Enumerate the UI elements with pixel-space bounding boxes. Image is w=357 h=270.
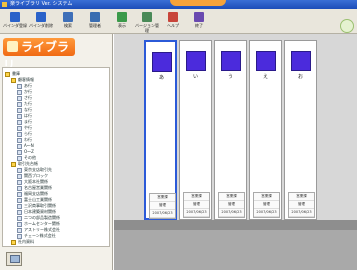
- binder-owner: 管理: [254, 201, 279, 209]
- display-label: 表示: [118, 23, 126, 28]
- binder-owner: 管理: [150, 202, 175, 210]
- binder-dept: 営業課: [219, 193, 244, 201]
- binder-label-icon: [221, 51, 241, 71]
- binder[interactable]: い営業課 管理 2007/06/23: [179, 40, 212, 220]
- screen-icon: [10, 255, 20, 263]
- binder-dept: 営業課: [150, 194, 175, 202]
- shelf-base: [114, 230, 357, 270]
- search-button[interactable]: 検索: [55, 10, 81, 32]
- binder-owner: 管理: [289, 201, 314, 209]
- shelf-board: [114, 220, 357, 230]
- folder-icon: [11, 239, 16, 245]
- folder-icon: [11, 161, 16, 167]
- binder-dept: 営業課: [254, 193, 279, 201]
- admin-button[interactable]: 管理者: [82, 10, 108, 32]
- binder-kana: あ: [158, 75, 164, 81]
- binder[interactable]: お営業課 管理 2007/06/23: [284, 40, 317, 220]
- exit-icon: [194, 12, 204, 22]
- binder-register-label: バインダ登録: [3, 23, 27, 28]
- binder[interactable]: え営業課 管理 2007/06/23: [249, 40, 282, 220]
- binder-dept: 営業課: [289, 193, 314, 201]
- binder-kana: お: [297, 74, 303, 80]
- window-title: 楽ライブラリ Ver. システム: [10, 1, 73, 7]
- binder-delete-button[interactable]: バインダ削除: [28, 10, 54, 32]
- tree-item-label: 社内資料: [18, 239, 34, 244]
- binder-delete-label: バインダ削除: [29, 23, 53, 28]
- binder-label-icon: [291, 51, 311, 71]
- binder-label-icon: [152, 52, 172, 72]
- binder-info-card: 営業課 管理 2007/06/23: [218, 192, 245, 218]
- logo-icon: [7, 41, 18, 52]
- binder-info-card: 営業課 管理 2007/06/23: [149, 193, 176, 219]
- binder-info-card: 営業課 管理 2007/06/23: [288, 192, 315, 218]
- binder-date: 2007/06/23: [150, 210, 175, 218]
- binder-info-card: 営業課 管理 2007/06/23: [253, 192, 280, 218]
- version-icon: [142, 12, 152, 22]
- binder-owner: 管理: [184, 201, 209, 209]
- help-button[interactable]: ヘルプ: [160, 10, 186, 32]
- screen-button[interactable]: [6, 252, 22, 266]
- binder-date: 2007/06/23: [219, 209, 244, 217]
- version-label: バージョン管理: [135, 23, 159, 33]
- binder[interactable]: あ営業課 管理 2007/06/23: [144, 40, 177, 220]
- search-icon: [63, 12, 73, 22]
- help-icon: [168, 12, 178, 22]
- app-logo: ライブラリ: [3, 38, 75, 72]
- binder-date: 2007/06/23: [184, 209, 209, 217]
- search-label: 検索: [64, 23, 72, 28]
- folder-icon: [5, 71, 10, 77]
- binder-date: 2007/06/23: [254, 209, 279, 217]
- grid-icon: [90, 12, 100, 22]
- display-button[interactable]: 表示: [109, 10, 135, 32]
- binder-register-button[interactable]: バインダ登録: [2, 10, 28, 32]
- corner-globe-icon: [340, 19, 354, 33]
- folder-icon: [11, 77, 16, 83]
- binder-date: 2007/06/23: [289, 209, 314, 217]
- exit-button[interactable]: 終了: [186, 10, 212, 32]
- left-pane: ライブラリ 書庫 顧客情報 あ行 か行 さ行 た行 な行 は行 ま行 や行 ら行 わ行 A～N O～Z その…: [0, 34, 113, 270]
- binder-label-icon: [256, 51, 276, 71]
- binder-label-icon: [186, 51, 206, 71]
- tree-item[interactable]: 社内資料: [11, 238, 34, 245]
- help-label: ヘルプ: [167, 23, 179, 28]
- binder-kana: え: [262, 74, 268, 80]
- bookshelf: あ営業課 管理 2007/06/23 い営業課 管理 2007/06/23 う営業課 管理 20…: [114, 34, 357, 270]
- admin-label: 管理者: [89, 23, 101, 28]
- binder[interactable]: う営業課 管理 2007/06/23: [214, 40, 247, 220]
- binder-delete-icon: [36, 12, 46, 22]
- decorative-tab: [170, 0, 226, 6]
- binder-register-icon: [10, 12, 20, 22]
- app-icon: [2, 2, 7, 7]
- binder-owner: 管理: [219, 201, 244, 209]
- exit-label: 終了: [195, 23, 203, 28]
- display-icon: [117, 12, 127, 22]
- binder-info-card: 営業課 管理 2007/06/23: [183, 192, 210, 218]
- binder-dept: 営業課: [184, 193, 209, 201]
- toolbar: バインダ登録 バインダ削除 検索 管理者 表示 バージョン管理 ヘルプ 終了: [0, 9, 357, 34]
- binder-kana: い: [192, 74, 198, 80]
- version-button[interactable]: バージョン管理: [134, 10, 160, 33]
- binder-kana: う: [227, 74, 233, 80]
- folder-tree[interactable]: 書庫 顧客情報 あ行 か行 さ行 た行 な行 は行 ま行 や行 ら行 わ行 A～N O～Z その他 取引先台帳…: [2, 67, 110, 247]
